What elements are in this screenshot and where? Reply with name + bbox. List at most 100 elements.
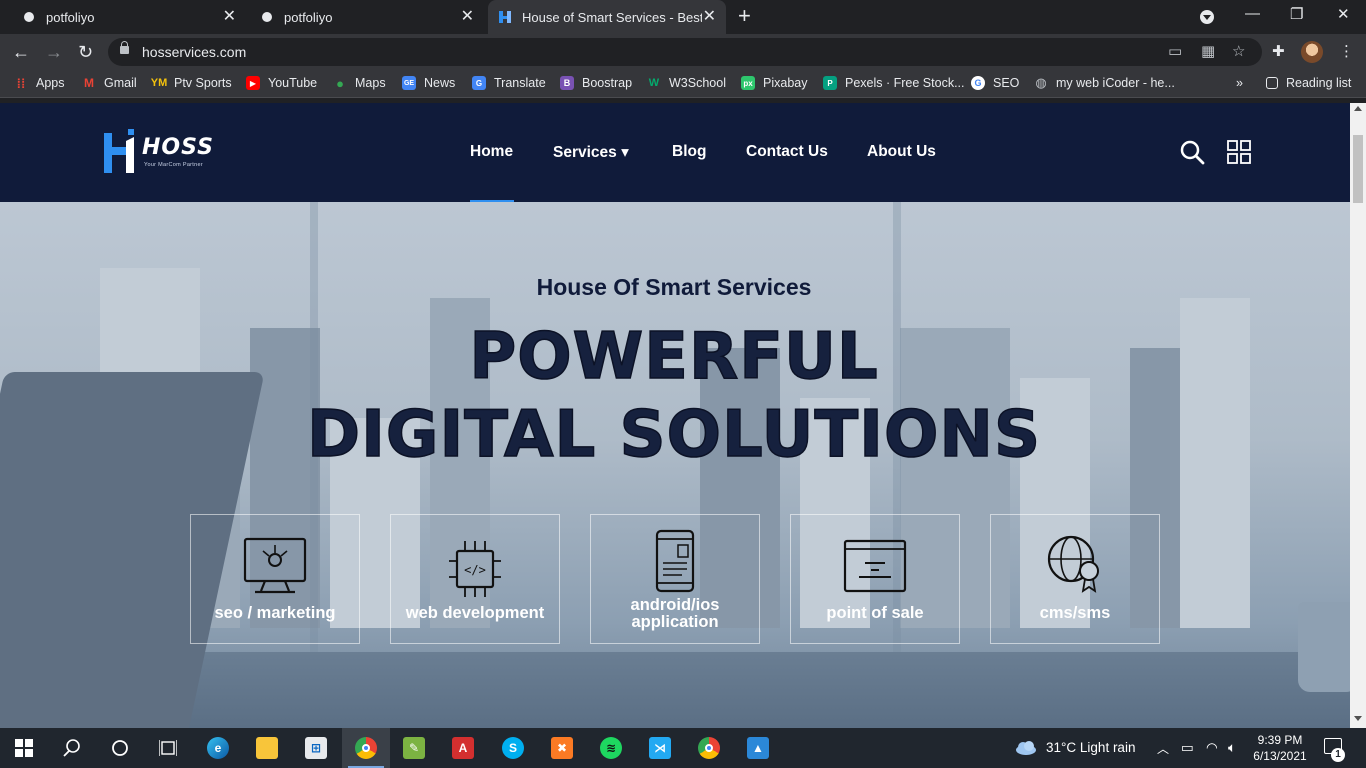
gmail-icon: M [84,76,94,90]
search-icon[interactable] [1180,140,1206,166]
xampp-icon: ✖ [551,737,573,759]
tab-favicon-icon [24,12,34,22]
taskbar-vscode[interactable]: ⋊ [636,728,684,768]
wifi-icon[interactable]: ◠ [1206,740,1218,756]
more-bookmarks-label: » [1236,76,1243,90]
maps-icon: ● [336,75,344,91]
taskbar-acrobat[interactable]: A [439,728,487,768]
taskbar-spotify[interactable]: ≋ [587,728,635,768]
bookmark-w3school[interactable]: W W3School [647,76,726,90]
close-window-icon[interactable]: ✕ [1337,5,1350,23]
taskbar-xampp[interactable]: ✖ [538,728,586,768]
taskbar-chrome-active[interactable] [342,728,390,768]
service-card-point-of-sale[interactable]: point of sale [790,514,960,644]
bookmark-star-icon[interactable]: ☆ [1232,42,1245,60]
scroll-up-arrow-icon[interactable] [1354,106,1362,111]
nav-home[interactable]: Home [470,143,513,161]
bookmark-label: Boostrap [582,76,633,90]
bookmark-label: W3School [669,76,726,90]
bookmark-gmail[interactable]: M Gmail [82,76,137,90]
mobile-app-icon [655,529,695,593]
bookmark-news[interactable]: GE News [402,76,455,90]
browser-tab[interactable]: potfoliyo ✕ [252,0,484,34]
weather-text[interactable]: 31°C Light rain [1046,740,1135,755]
tab-search-icon[interactable] [1200,10,1214,24]
profile-avatar[interactable] [1301,41,1323,63]
url-text[interactable]: hosservices.com [142,44,246,60]
scroll-down-arrow-icon[interactable] [1354,716,1362,721]
taskbar-clock[interactable]: 9:39 PM 6/13/2021 [1250,732,1310,764]
taskbar-skype[interactable]: S [489,728,537,768]
close-tab-icon[interactable]: ✕ [461,8,474,26]
qr-code-icon[interactable]: ▦ [1201,42,1215,60]
nav-about-us[interactable]: About Us [867,143,936,161]
svg-text:</>: </> [464,563,486,577]
reading-list-label: Reading list [1286,76,1352,90]
tray-chevron-icon[interactable]: ︿ [1157,740,1169,757]
restore-icon[interactable]: ❐ [1290,5,1303,23]
pexels-icon: P [823,76,837,90]
bookmark-translate[interactable]: G Translate [472,76,546,90]
chrome-icon [698,737,720,759]
close-tab-icon[interactable]: ✕ [703,8,716,26]
more-bookmarks-button[interactable]: » [1236,76,1243,90]
bookmark-youtube[interactable]: ▶ YouTube [246,76,317,90]
bookmark-label: Pixabay [763,76,808,90]
bookmark-ptv-sports[interactable]: YM Ptv Sports [151,76,232,90]
volume-icon[interactable]: 🔈︎ [1228,740,1236,756]
browser-tab[interactable]: potfoliyo ✕ [14,0,246,34]
extensions-icon[interactable]: ✚ [1272,42,1285,60]
taskbar-photos[interactable]: ▲ [734,728,782,768]
nav-blog[interactable]: Blog [672,143,706,161]
menu-kebab-icon[interactable]: ⋮ [1339,42,1354,60]
bookmark-maps[interactable]: ● Maps [333,75,386,91]
nav-services[interactable]: Services ▾ [553,143,629,162]
close-tab-icon[interactable]: ✕ [223,8,236,26]
start-button[interactable] [0,728,48,768]
service-label: point of sale [826,604,924,622]
bookmark-bootstrap[interactable]: B Boostrap [560,76,632,90]
service-card-web-development[interactable]: </> web development [390,514,560,644]
reading-list-button[interactable]: Reading list [1266,76,1351,90]
minimize-icon[interactable]: — [1245,5,1260,22]
reload-icon[interactable]: ↻ [78,42,93,62]
bookmark-apps[interactable]: ⁞⁞ Apps [14,75,65,91]
coffee-mug [1298,602,1350,692]
lock-icon[interactable] [120,41,129,54]
cast-icon[interactable]: ▭ [1168,42,1182,60]
bookmark-label: Apps [36,76,65,90]
taskbar-file-explorer[interactable] [243,728,291,768]
cortana-button[interactable] [96,728,144,768]
acrobat-icon: A [452,737,474,759]
bookmark-label: Ptv Sports [174,76,232,90]
nav-contact-us[interactable]: Contact Us [746,143,828,161]
grid-menu-icon[interactable] [1227,140,1251,164]
search-taskbar-button[interactable] [48,728,96,768]
battery-icon[interactable]: ▭ [1181,740,1194,756]
taskbar-notepad[interactable]: ✎ [390,728,438,768]
service-card-cms-sms[interactable]: cms/sms [990,514,1160,644]
bookmark-label: News [424,76,456,90]
apps-grid-icon: ⁞⁞ [16,75,26,91]
bookmark-pixabay[interactable]: px Pixabay [741,76,807,90]
bookmark-icoder[interactable]: ◍ my web iCoder - he... [1034,75,1174,90]
scrollbar-thumb[interactable] [1353,135,1363,203]
bookmark-pexels[interactable]: P Pexels · Free Stock... [823,76,964,90]
taskbar-edge[interactable]: e [194,728,242,768]
new-tab-icon[interactable]: + [738,5,751,27]
tab-title: potfoliyo [46,9,95,25]
bookmark-seo[interactable]: G SEO [971,76,1019,90]
back-icon[interactable]: ← [12,42,30,62]
forward-icon[interactable]: → [45,42,63,62]
taskbar-chrome-2[interactable] [685,728,733,768]
task-view-button[interactable] [144,728,192,768]
web-dev-chip-icon: </> [449,541,501,597]
taskbar-store[interactable]: ⊞ [292,728,340,768]
address-bar[interactable] [108,38,1262,66]
hoss-logo[interactable]: HOSS Your MarCom Partner [102,129,230,175]
hoss-logo-mark-icon [104,129,134,173]
service-card-mobile-app[interactable]: android/ios application [590,514,760,644]
browser-tab-active[interactable]: House of Smart Services - Best So ✕ [488,0,726,34]
service-card-seo[interactable]: seo / marketing [190,514,360,644]
tab-strip: potfoliyo ✕ potfoliyo ✕ House of Smart S… [0,0,1366,34]
